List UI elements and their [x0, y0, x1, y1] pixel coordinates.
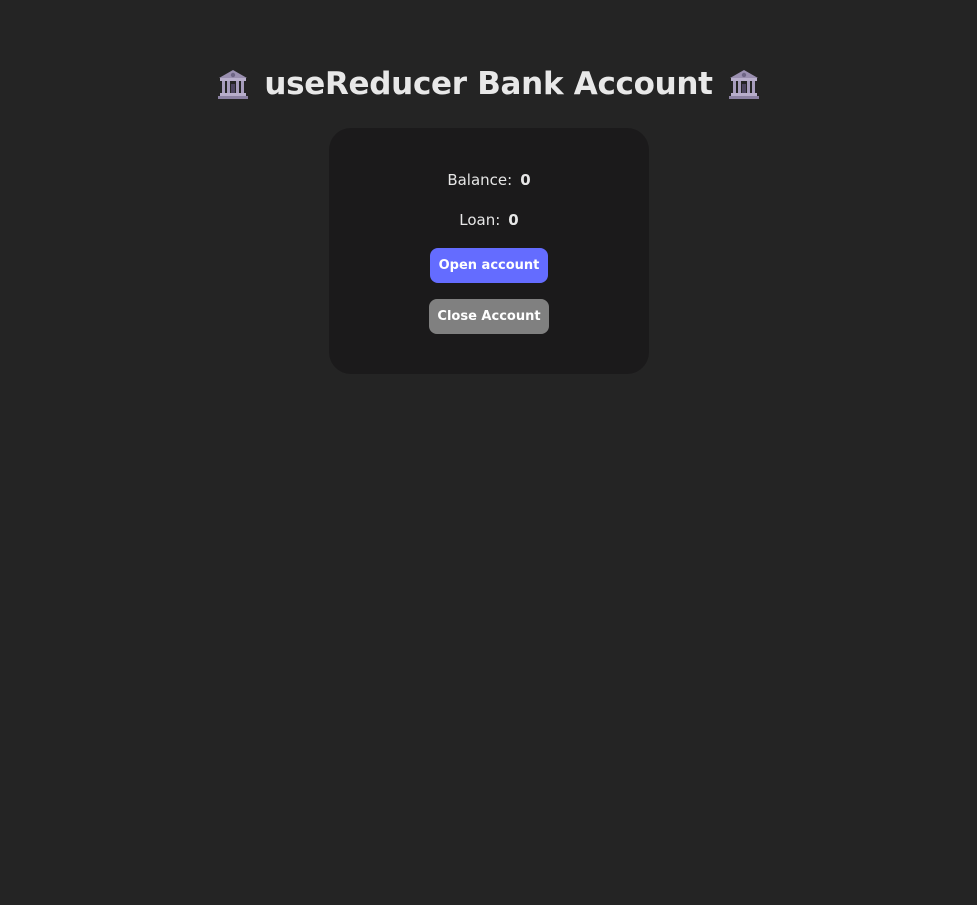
- app-root: useReducer Bank Account Balance: 0 Loan: 0…: [0, 0, 977, 905]
- open-account-button[interactable]: Open account: [430, 248, 548, 283]
- account-card: Balance: 0 Loan: 0 Open account Close Acco…: [329, 128, 649, 374]
- loan-label: Loan:: [459, 211, 501, 229]
- loan-value: 0: [508, 211, 519, 229]
- bank-building-icon: [727, 67, 761, 101]
- bank-building-icon: [216, 67, 250, 101]
- page-title: useReducer Bank Account: [0, 62, 977, 106]
- balance-row: Balance: 0: [329, 171, 649, 189]
- close-account-button[interactable]: Close Account: [429, 299, 549, 334]
- balance-label: Balance:: [447, 171, 513, 189]
- balance-value: 0: [520, 171, 531, 189]
- page-title-text: useReducer Bank Account: [264, 66, 713, 102]
- loan-row: Loan: 0: [329, 211, 649, 229]
